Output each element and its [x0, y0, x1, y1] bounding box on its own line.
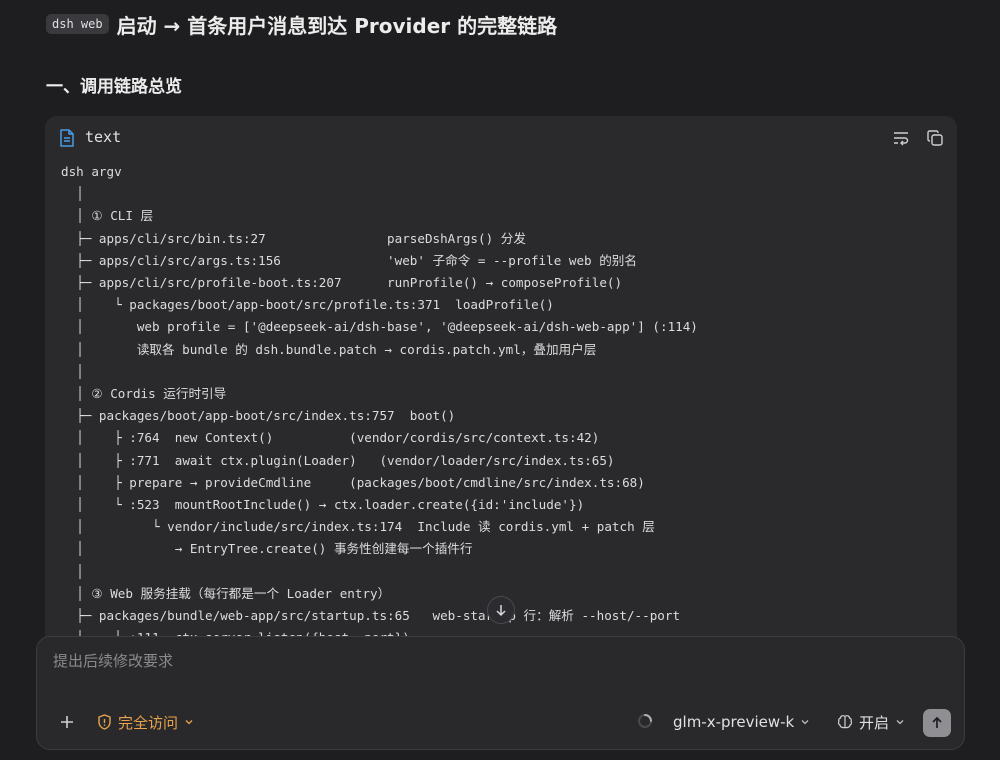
- code-line: │ ├ prepare → provideCmdline (packages/b…: [61, 474, 645, 490]
- code-content: dsh argv │ │ ① CLI 层 ├─ apps/cli/src/bin…: [61, 161, 698, 649]
- chevron-down-icon: [185, 720, 193, 725]
- code-line: │ web profile = ['@deepseek-ai/dsh-base'…: [61, 319, 698, 335]
- section-heading: 一、调用链路总览: [46, 77, 182, 97]
- loading-spinner-icon: [638, 714, 652, 728]
- thinking-label: 开启: [859, 713, 890, 732]
- chevron-down-icon: [896, 720, 904, 725]
- title-code-tag: dsh web: [46, 14, 109, 34]
- shield-icon: [98, 714, 111, 730]
- model-label: glm-x-preview-k: [673, 713, 795, 731]
- page: dsh web 启动 → 首条用户消息到达 Provider 的完整链路 一、调…: [0, 0, 1000, 760]
- scroll-down-button[interactable]: [487, 596, 515, 624]
- word-wrap-icon[interactable]: [893, 130, 909, 146]
- code-line: │ ├ :764 new Context() (vendor/cordis/sr…: [61, 430, 600, 446]
- code-line: ├─ apps/cli/src/profile-boot.ts:207 runP…: [61, 275, 623, 291]
- model-selector[interactable]: glm-x-preview-k: [673, 711, 810, 733]
- composer: 完全访问 glm-x-preview-k 开启: [36, 636, 965, 750]
- arrow-down-icon: [496, 605, 506, 617]
- code-line: │: [61, 563, 84, 579]
- code-line: ├─ packages/bundle/web-app/src/startup.t…: [61, 608, 681, 624]
- code-block: text dsh argv │ │ ① CLI 层 ├─ apps/cli/sr…: [45, 116, 957, 676]
- code-block-header: text: [45, 116, 957, 160]
- plus-icon[interactable]: [59, 714, 75, 730]
- code-line: │ ② Cordis 运行时引导: [61, 386, 227, 402]
- code-line: │ └ :523 mountRootInclude() → ctx.loader…: [61, 497, 585, 513]
- code-line: ├─ apps/cli/src/bin.ts:27 parseDshArgs()…: [61, 230, 526, 246]
- access-mode-label: 完全访问: [118, 713, 179, 732]
- code-line: │ ③ Web 服务挂载（每行都是一个 Loader entry）: [61, 585, 391, 601]
- code-line: ├─ apps/cli/src/args.ts:156 'web' 子命令 = …: [61, 252, 637, 268]
- title-text: 启动 → 首条用户消息到达 Provider 的完整链路: [116, 13, 558, 38]
- code-line: │ ① CLI 层: [61, 208, 154, 224]
- send-button[interactable]: [923, 709, 951, 737]
- page-title: dsh web 启动 → 首条用户消息到达 Provider 的完整链路: [46, 10, 557, 38]
- brain-icon: [837, 715, 853, 729]
- code-line: │: [61, 363, 84, 379]
- code-language: text: [85, 128, 122, 146]
- code-line: dsh argv: [61, 164, 122, 179]
- code-line: │: [61, 186, 84, 202]
- access-mode-selector[interactable]: 完全访问: [97, 711, 194, 733]
- prompt-input[interactable]: [51, 651, 935, 671]
- arrow-up-icon: [932, 716, 942, 728]
- thinking-toggle[interactable]: 开启: [837, 711, 905, 733]
- code-line: │ └ vendor/include/src/index.ts:174 Incl…: [61, 519, 655, 535]
- file-icon: [60, 129, 74, 147]
- copy-icon[interactable]: [927, 130, 943, 146]
- code-line: │ → EntryTree.create() 事务性创建每一个插件行: [61, 541, 473, 557]
- code-line: ├─ packages/boot/app-boot/src/index.ts:7…: [61, 408, 456, 424]
- chevron-down-icon: [801, 720, 809, 725]
- code-line: │ ├ :771 await ctx.plugin(Loader) (vendo…: [61, 452, 615, 468]
- code-line: │ 读取各 bundle 的 dsh.bundle.patch → cordis…: [61, 341, 597, 357]
- code-line: │ └ packages/boot/app-boot/src/profile.t…: [61, 297, 554, 313]
